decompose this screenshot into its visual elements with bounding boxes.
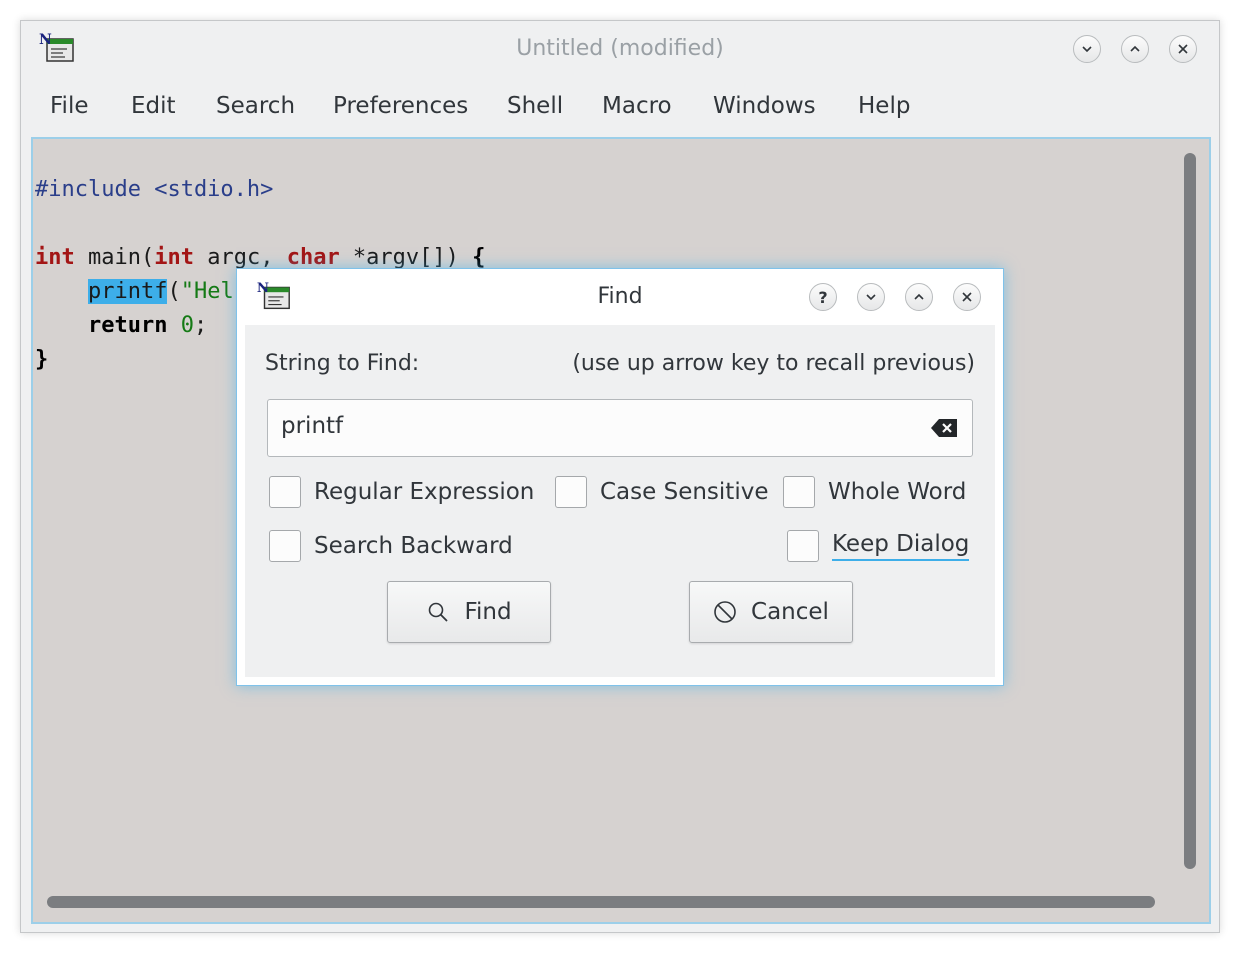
dialog-title-bar[interactable]: N Find ?	[237, 269, 1003, 325]
menu-preferences[interactable]: Preferences	[333, 93, 468, 119]
regex-checkbox[interactable]	[269, 476, 301, 508]
whole-word-checkbox-row[interactable]: Whole Word	[783, 476, 966, 508]
keyword-char: char	[286, 245, 340, 270]
find-button-label: Find	[464, 599, 512, 625]
string-to-find-label: String to Find:	[265, 351, 420, 376]
keep-dialog-checkbox[interactable]	[787, 530, 819, 562]
cancel-button[interactable]: Cancel	[689, 581, 853, 643]
search-backward-checkbox[interactable]	[269, 530, 301, 562]
keep-dialog-label: Keep Dialog	[832, 531, 970, 561]
menu-windows[interactable]: Windows	[713, 93, 816, 119]
chevron-up-icon	[1130, 45, 1140, 52]
chevron-down-icon	[866, 294, 876, 301]
dialog-close-button[interactable]	[953, 283, 981, 311]
selected-text: printf	[87, 279, 168, 304]
menu-shell[interactable]: Shell	[507, 93, 563, 119]
vertical-scrollbar[interactable]	[1184, 153, 1196, 869]
maximize-button[interactable]	[1121, 35, 1149, 63]
chevron-down-icon	[1082, 46, 1092, 53]
preprocessor-directive: #include <stdio.h>	[35, 177, 274, 202]
keyword-int: int	[35, 245, 75, 270]
case-sensitive-checkbox[interactable]	[555, 476, 587, 508]
search-input-value: printf	[281, 413, 344, 439]
search-input[interactable]: printf	[267, 399, 973, 457]
menu-help[interactable]: Help	[858, 93, 910, 119]
cancel-button-label: Cancel	[751, 599, 829, 625]
horizontal-scrollbar[interactable]	[47, 896, 1155, 908]
recall-hint: (use up arrow key to recall previous)	[572, 351, 975, 376]
clear-text-icon[interactable]	[930, 416, 960, 440]
find-dialog: N Find ? String to Find: (use up arrow k…	[236, 268, 1004, 686]
dialog-maximize-button[interactable]	[905, 283, 933, 311]
title-bar[interactable]: N Untitled (modified)	[21, 21, 1219, 77]
chevron-up-icon	[914, 293, 924, 300]
menu-macro[interactable]: Macro	[602, 93, 672, 119]
close-button[interactable]	[1169, 35, 1197, 63]
menu-search[interactable]: Search	[216, 93, 295, 119]
cancel-icon	[714, 601, 736, 623]
case-sensitive-checkbox-row[interactable]: Case Sensitive	[555, 476, 768, 508]
find-button[interactable]: Find	[387, 581, 551, 643]
dialog-body: String to Find: (use up arrow key to rec…	[245, 325, 995, 677]
search-icon	[429, 602, 449, 622]
window-title: Untitled (modified)	[516, 36, 724, 61]
search-backward-label: Search Backward	[314, 533, 513, 559]
keyword-int: int	[154, 245, 194, 270]
code-text: ;	[193, 313, 208, 338]
number-literal: 0	[180, 313, 194, 338]
close-icon	[1178, 44, 1188, 54]
menu-edit[interactable]: Edit	[131, 93, 176, 119]
regex-checkbox-row[interactable]: Regular Expression	[269, 476, 534, 508]
regex-label: Regular Expression	[314, 479, 535, 505]
code-brace: {	[472, 245, 486, 270]
search-backward-checkbox-row[interactable]: Search Backward	[269, 530, 513, 562]
code-text: (	[167, 279, 181, 304]
case-sensitive-label: Case Sensitive	[600, 479, 769, 505]
code-text: *argv[])	[339, 245, 473, 270]
menu-file[interactable]: File	[50, 93, 89, 119]
code-line-1: #include <stdio.h>	[35, 173, 485, 207]
menu-bar: File Edit Search Preferences Shell Macro…	[30, 79, 1210, 135]
whole-word-checkbox[interactable]	[783, 476, 815, 508]
keep-dialog-checkbox-row[interactable]: Keep Dialog	[787, 530, 970, 562]
minimize-button[interactable]	[1073, 35, 1101, 63]
code-text: main(	[74, 245, 155, 270]
keyword-return: return	[87, 313, 168, 338]
dialog-minimize-button[interactable]	[857, 283, 885, 311]
help-button[interactable]: ?	[809, 283, 837, 311]
dialog-title: Find	[597, 284, 643, 309]
whole-word-label: Whole Word	[828, 479, 967, 505]
question-icon: ?	[818, 287, 828, 307]
code-text: argc,	[193, 245, 287, 270]
string-literal: "Hel	[180, 279, 234, 304]
code-brace: }	[35, 347, 49, 372]
close-icon	[962, 292, 972, 302]
